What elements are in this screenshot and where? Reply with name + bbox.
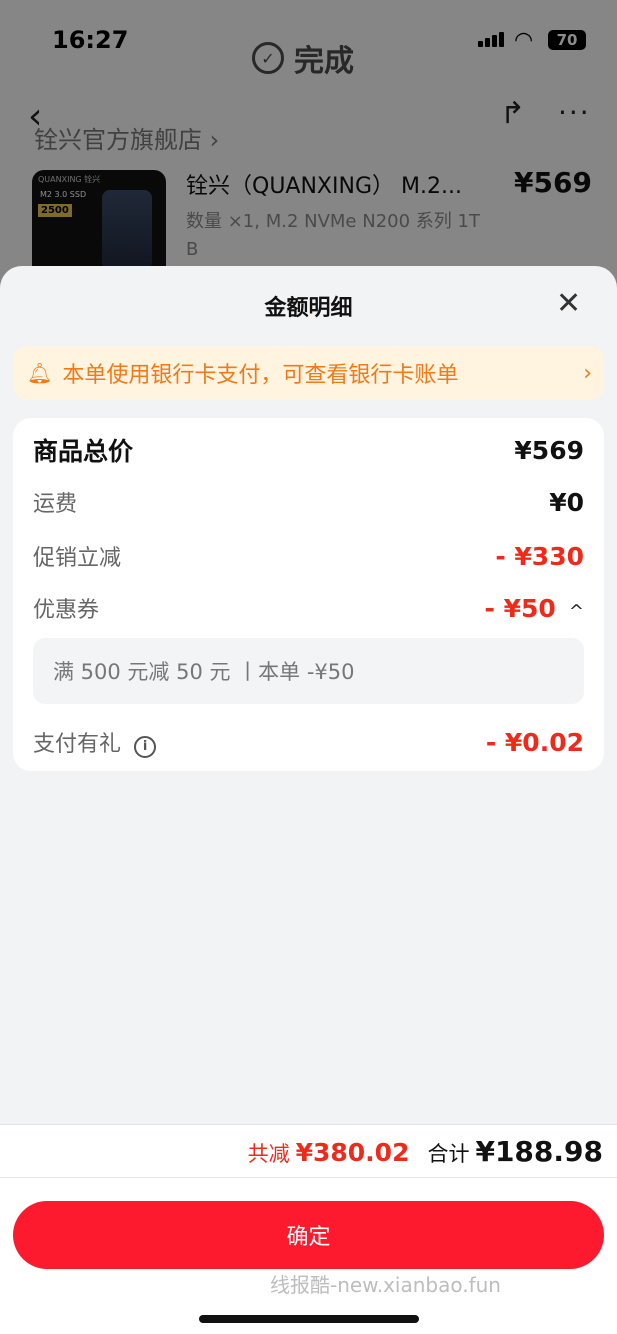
- sheet-title: 金额明细: [264, 296, 353, 321]
- shipping-value: ¥0: [549, 487, 584, 517]
- shipping-label: 运费: [33, 492, 78, 517]
- summary: 共减 ¥380.02 合计 ¥188.98: [248, 1135, 603, 1168]
- row-coupon[interactable]: 优惠券 - ¥50 ^: [33, 592, 584, 624]
- row-promo: 促销立减 - ¥330: [33, 540, 584, 572]
- coupon-value: - ¥50: [484, 593, 556, 623]
- total-sum-label: 合计: [427, 1142, 470, 1166]
- pay-gift-label-wrap: 支付有礼 i: [33, 726, 157, 758]
- promo-value: - ¥330: [495, 541, 584, 571]
- chevron-right-icon: ›: [583, 360, 592, 386]
- amount-card: 商品总价 ¥569 运费 ¥0 促销立减 - ¥330 优惠券 - ¥50 ^ …: [13, 418, 604, 771]
- promo-label: 促销立减: [33, 546, 122, 571]
- saved-label: 共减: [247, 1142, 290, 1166]
- pay-gift-label: 支付有礼: [33, 732, 122, 757]
- divider: [0, 1177, 617, 1178]
- watermark: 线报酷-new.xianbao.fun: [270, 1273, 501, 1297]
- notice-text: 本单使用银行卡支付，可查看银行卡账单: [62, 363, 459, 388]
- total-sum-value: ¥188.98: [475, 1135, 603, 1168]
- row-shipping: 运费 ¥0: [33, 486, 584, 518]
- chevron-up-icon[interactable]: ^: [569, 601, 584, 622]
- bottom-bar: 共减 ¥380.02 合计 ¥188.98 确定 线报酷-new.xianbao…: [0, 1124, 617, 1334]
- coupon-label: 优惠券: [33, 598, 100, 623]
- total-value: ¥569: [514, 435, 584, 465]
- home-indicator[interactable]: [199, 1315, 419, 1323]
- confirm-button[interactable]: 确定: [13, 1201, 604, 1269]
- coupon-value-wrap[interactable]: - ¥50 ^: [485, 594, 584, 623]
- row-total: 商品总价 ¥569: [33, 432, 584, 468]
- dim-overlay[interactable]: [0, 0, 617, 300]
- pay-gift-value: - ¥0.02: [485, 727, 584, 757]
- close-icon[interactable]: ✕: [556, 286, 581, 321]
- saved-value: ¥380.02: [295, 1138, 410, 1167]
- bell-icon: 🔔︎: [27, 361, 53, 385]
- coupon-detail: 满 500 元减 50 元 丨本单 -¥50: [33, 638, 584, 704]
- row-pay-gift: 支付有礼 i - ¥0.02: [33, 726, 584, 758]
- info-icon[interactable]: i: [134, 735, 157, 758]
- total-label: 商品总价: [33, 437, 134, 466]
- bank-card-notice[interactable]: 🔔︎ 本单使用银行卡支付，可查看银行卡账单 ›: [13, 346, 604, 400]
